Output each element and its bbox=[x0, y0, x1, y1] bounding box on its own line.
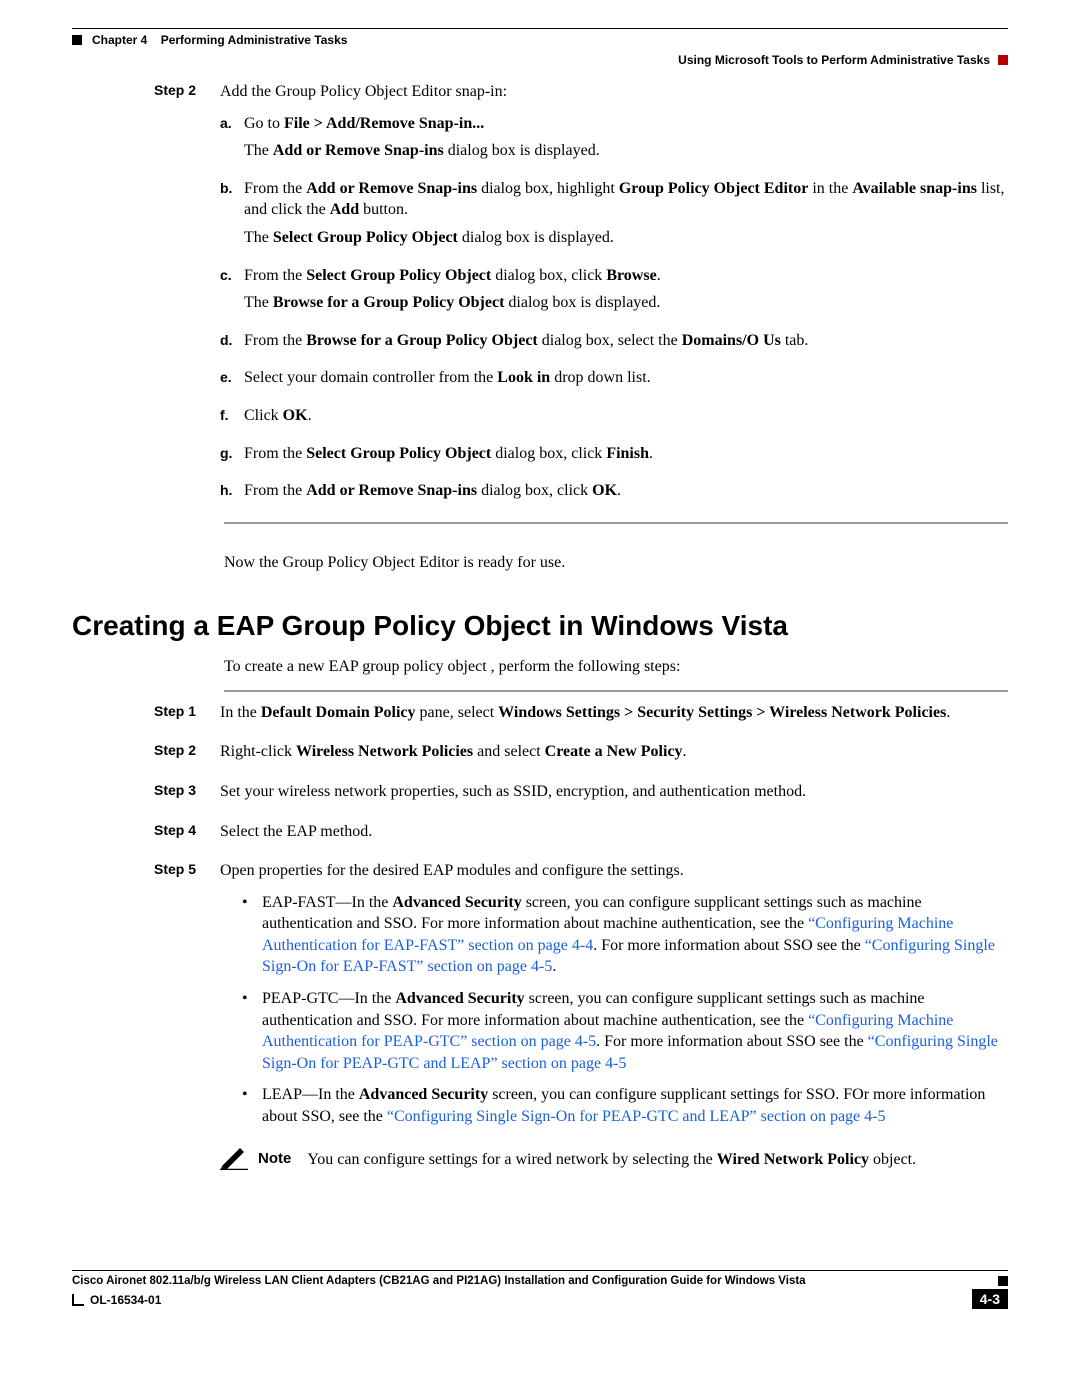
bullet-leap: • LEAP—In the Advanced Security screen, … bbox=[242, 1084, 1008, 1127]
footer-square-icon bbox=[998, 1276, 1008, 1286]
substep-h: h. From the Add or Remove Snap-ins dialo… bbox=[220, 480, 1008, 508]
note-block: Note You can configure settings for a wi… bbox=[220, 1146, 1008, 1171]
substep-b: b. From the Add or Remove Snap-ins dialo… bbox=[220, 178, 1008, 255]
chapter-title: Performing Administrative Tasks bbox=[161, 33, 348, 47]
step-label: Step 2 bbox=[154, 81, 220, 508]
substep-g: g. From the Select Group Policy Object d… bbox=[220, 443, 1008, 471]
section-intro: To create a new EAP group policy object … bbox=[224, 658, 1008, 676]
substep-a: a. Go to File > Add/Remove Snap-in... Th… bbox=[220, 113, 1008, 168]
bullet-eap-fast: • EAP-FAST—In the Advanced Security scre… bbox=[242, 892, 1008, 978]
bullet-icon: • bbox=[242, 988, 262, 1074]
step-row: Step 5 Open properties for the desired E… bbox=[154, 860, 1008, 1170]
section-heading: Creating a EAP Group Policy Object in Wi… bbox=[72, 610, 1008, 642]
divider bbox=[224, 690, 1008, 692]
page-number-badge: 4-3 bbox=[972, 1289, 1008, 1309]
corner-icon bbox=[72, 1294, 84, 1306]
footer-rule bbox=[72, 1270, 1008, 1271]
procedure-conclusion: Now the Group Policy Object Editor is re… bbox=[224, 554, 1008, 572]
step-row: Step 3 Set your wireless network propert… bbox=[154, 781, 1008, 811]
page-header: Chapter 4 Performing Administrative Task… bbox=[72, 33, 1008, 47]
link-leap-sso[interactable]: “Configuring Single Sign-On for PEAP-GTC… bbox=[387, 1108, 886, 1125]
chapter-label: Chapter 4 bbox=[92, 33, 147, 47]
step-row: Step 1 In the Default Domain Policy pane… bbox=[154, 702, 1008, 732]
bullet-icon: • bbox=[242, 1084, 262, 1127]
note-label: Note bbox=[258, 1146, 291, 1169]
step-row: Step 2 Add the Group Policy Object Edito… bbox=[154, 81, 1008, 508]
substep-d: d. From the Browse for a Group Policy Ob… bbox=[220, 330, 1008, 358]
step-row: Step 2 Right-click Wireless Network Poli… bbox=[154, 741, 1008, 771]
header-section: Using Microsoft Tools to Perform Adminis… bbox=[678, 53, 990, 67]
guide-title: Cisco Aironet 802.11a/b/g Wireless LAN C… bbox=[72, 1275, 806, 1287]
header-square-accent-icon bbox=[998, 55, 1008, 65]
note-pencil-icon bbox=[220, 1146, 250, 1170]
divider bbox=[224, 522, 1008, 524]
bullet-peap-gtc: • PEAP-GTC—In the Advanced Security scre… bbox=[242, 988, 1008, 1074]
step-row: Step 4 Select the EAP method. bbox=[154, 821, 1008, 851]
header-square-icon bbox=[72, 35, 82, 45]
substep-e: e. Select your domain controller from th… bbox=[220, 367, 1008, 395]
footer-line-1: Cisco Aironet 802.11a/b/g Wireless LAN C… bbox=[72, 1275, 1008, 1287]
bullet-icon: • bbox=[242, 892, 262, 978]
doc-id: OL-16534-01 bbox=[90, 1293, 161, 1307]
substep-f: f. Click OK. bbox=[220, 405, 1008, 433]
step-text: Add the Group Policy Object Editor snap-… bbox=[220, 81, 1008, 103]
substep-c: c. From the Select Group Policy Object d… bbox=[220, 265, 1008, 320]
